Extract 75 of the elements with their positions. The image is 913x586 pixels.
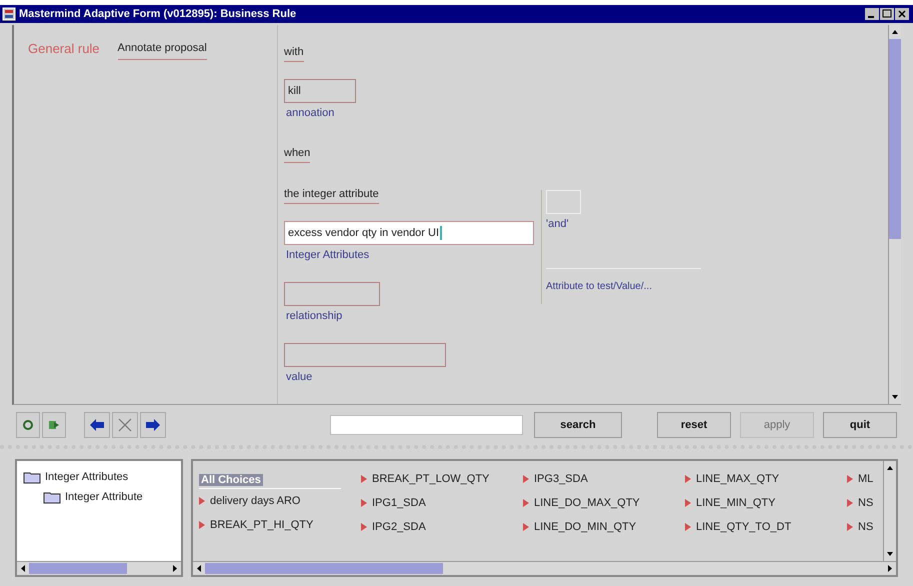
field-caption: Integer Attributes xyxy=(285,248,370,264)
rule-action-label: Annotate proposal xyxy=(118,40,207,60)
search-button[interactable]: search xyxy=(534,412,622,438)
scrollbar-thumb[interactable] xyxy=(889,39,901,239)
text-input[interactable]: excess vendor qty in vendor UI xyxy=(284,221,534,246)
choice-item[interactable]: LINE_QTY_TO_DT xyxy=(696,518,792,536)
choice-item[interactable]: IPG1_SDA xyxy=(372,494,426,512)
choice-item[interactable]: delivery days ARO xyxy=(210,492,300,510)
choice-item[interactable]: NS xyxy=(858,494,874,512)
input-field[interactable] xyxy=(284,342,446,367)
delete-button[interactable] xyxy=(112,412,138,438)
vertical-scrollbar[interactable] xyxy=(888,25,901,404)
choice-item[interactable]: BREAK_PT_HI_QTY xyxy=(210,516,314,534)
choice-item[interactable]: LINE_MIN_QTY xyxy=(696,494,776,512)
connector-caption: 'and' xyxy=(546,217,570,232)
app-icon xyxy=(2,7,16,21)
scrollbar-thumb[interactable] xyxy=(205,563,443,574)
triangle-bullet-icon xyxy=(199,497,205,505)
choice-item[interactable]: NS xyxy=(858,518,874,536)
field-caption: relationship xyxy=(285,309,344,324)
triangle-bullet-icon xyxy=(685,523,691,531)
rule-type-label: General rule xyxy=(28,40,100,58)
export-button[interactable] xyxy=(42,412,66,438)
search-field[interactable] xyxy=(330,415,523,435)
folder-icon xyxy=(43,490,61,504)
form-heading: the integer attribute xyxy=(284,188,379,204)
choice-item[interactable]: ML xyxy=(858,470,874,488)
folder-icon xyxy=(23,470,41,484)
triangle-bullet-icon xyxy=(847,523,853,531)
field-caption: annoation xyxy=(285,106,336,122)
horizontal-scrollbar[interactable] xyxy=(17,561,181,575)
action-button[interactable]: reset xyxy=(657,412,731,438)
triangle-bullet-icon xyxy=(847,499,853,507)
input-field[interactable] xyxy=(284,282,380,306)
hint-label: Attribute to test/Value/... xyxy=(546,280,652,292)
circular-arrows-icon xyxy=(22,419,34,431)
action-button[interactable]: quit xyxy=(823,412,897,438)
arrow-into-box-icon xyxy=(48,419,60,431)
choices-header: All Choices xyxy=(199,474,263,486)
x-icon xyxy=(118,418,132,432)
triangle-bullet-icon xyxy=(523,523,529,531)
tree-item[interactable]: Integer Attributes xyxy=(45,468,128,486)
triangle-bullet-icon xyxy=(523,499,529,507)
minimize-icon[interactable] xyxy=(865,8,879,20)
close-icon[interactable] xyxy=(895,8,909,20)
triangle-bullet-icon xyxy=(361,499,367,507)
connector-field[interactable] xyxy=(546,190,581,214)
triangle-bullet-icon xyxy=(523,475,529,483)
choice-item[interactable]: LINE_MAX_QTY xyxy=(696,470,780,488)
triangle-bullet-icon xyxy=(199,521,205,529)
form-heading: when xyxy=(284,147,310,164)
window-title: Mastermind Adaptive Form (v012895): Business Rule xyxy=(19,6,298,22)
triangle-bullet-icon xyxy=(361,523,367,531)
choice-item[interactable]: LINE_DO_MIN_QTY xyxy=(534,518,636,536)
maximize-icon[interactable] xyxy=(880,8,894,20)
scrollbar-thumb[interactable] xyxy=(29,563,127,574)
vertical-scrollbar[interactable] xyxy=(883,461,896,561)
triangle-bullet-icon xyxy=(685,499,691,507)
choice-item[interactable]: BREAK_PT_LOW_QTY xyxy=(372,470,490,488)
choice-item[interactable]: IPG3_SDA xyxy=(534,470,588,488)
field-caption: value xyxy=(285,370,314,385)
left-arrow-icon xyxy=(90,419,104,431)
tree-item[interactable]: Integer Attribute xyxy=(65,488,143,506)
horizontal-scrollbar[interactable] xyxy=(193,561,896,575)
back-button[interactable] xyxy=(84,412,110,438)
refresh-button[interactable] xyxy=(16,412,40,438)
choice-item[interactable]: LINE_DO_MAX_QTY xyxy=(534,494,640,512)
forward-button[interactable] xyxy=(140,412,166,438)
triangle-bullet-icon xyxy=(685,475,691,483)
triangle-bullet-icon xyxy=(361,475,367,483)
choice-item[interactable]: IPG2_SDA xyxy=(372,518,426,536)
triangle-bullet-icon xyxy=(847,475,853,483)
right-arrow-icon xyxy=(146,419,160,431)
input-field[interactable]: kill xyxy=(284,79,356,104)
form-heading: with xyxy=(284,46,304,62)
